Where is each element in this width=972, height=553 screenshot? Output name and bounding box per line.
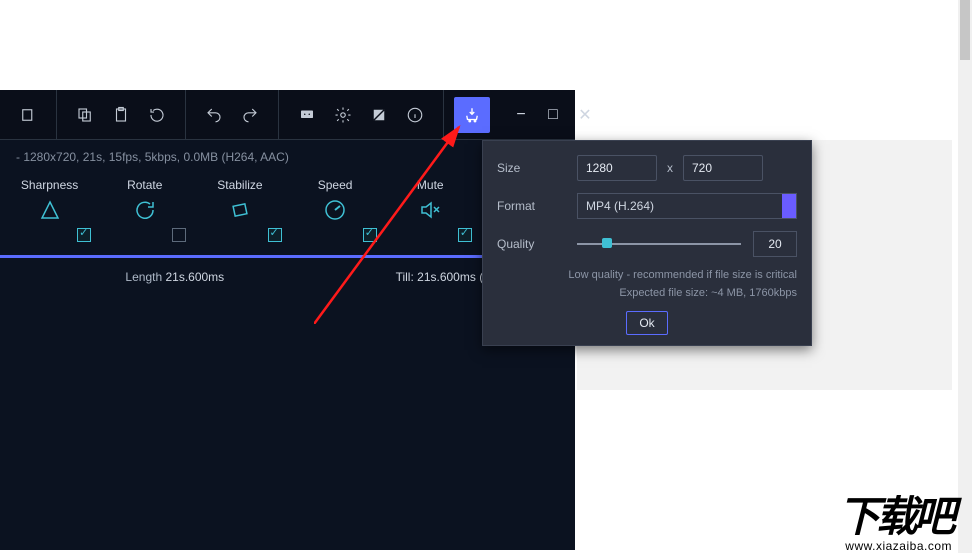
card-label: Rotate bbox=[127, 178, 162, 192]
maximize-button[interactable]: □ bbox=[538, 100, 568, 130]
quality-value[interactable]: 20 bbox=[753, 231, 797, 257]
watermark-url: www.xiazaiba.com bbox=[838, 539, 952, 553]
triangle-icon bbox=[37, 198, 63, 225]
size-separator: x bbox=[667, 161, 673, 175]
paste-icon[interactable] bbox=[67, 97, 103, 133]
redo-icon[interactable] bbox=[232, 97, 268, 133]
filesize-note: Expected file size: ~4 MB, 1760kbps bbox=[497, 287, 797, 299]
length-label: Length bbox=[125, 270, 162, 284]
quality-note: Low quality - recommended if file size i… bbox=[497, 269, 797, 281]
checkbox[interactable] bbox=[77, 228, 91, 242]
format-label: Format bbox=[497, 199, 577, 213]
rotate-icon bbox=[132, 198, 158, 225]
card-label: Stabilize bbox=[217, 178, 262, 192]
quality-slider[interactable] bbox=[577, 234, 741, 254]
ok-button[interactable]: Ok bbox=[626, 311, 667, 335]
chevron-down-icon bbox=[782, 194, 796, 218]
page-scrollbar[interactable] bbox=[958, 0, 972, 553]
close-button[interactable]: ✕ bbox=[570, 100, 600, 130]
watermark: 下载吧 www.xiazaiba.com bbox=[838, 497, 952, 553]
height-input[interactable] bbox=[683, 155, 763, 181]
card-rotate[interactable]: Rotate bbox=[103, 178, 186, 242]
size-label: Size bbox=[497, 161, 577, 175]
clipboard-icon[interactable] bbox=[103, 97, 139, 133]
format-select[interactable]: MP4 (H.264) bbox=[577, 193, 797, 219]
toolbar: − □ ✕ bbox=[0, 90, 575, 140]
width-input[interactable] bbox=[577, 155, 657, 181]
minimize-button[interactable]: − bbox=[506, 100, 536, 130]
checkbox[interactable] bbox=[268, 228, 282, 242]
undo-spin-icon[interactable] bbox=[139, 97, 175, 133]
undo-icon[interactable] bbox=[196, 97, 232, 133]
stabilize-icon bbox=[227, 198, 253, 225]
window-controls: − □ ✕ bbox=[500, 100, 606, 130]
quality-label: Quality bbox=[497, 237, 577, 251]
annotation-arrow-icon bbox=[314, 124, 464, 324]
watermark-logo: 下载吧 bbox=[838, 497, 952, 539]
card-label: Sharpness bbox=[21, 178, 78, 192]
card-sharpness[interactable]: Sharpness bbox=[8, 178, 91, 242]
checkbox[interactable] bbox=[172, 228, 186, 242]
export-settings-popup: Size x Format MP4 (H.264) Quality 20 Low… bbox=[482, 140, 812, 346]
length-value: 21s.600ms bbox=[165, 270, 224, 284]
format-value: MP4 (H.264) bbox=[586, 199, 654, 213]
copy-icon[interactable] bbox=[10, 97, 46, 133]
card-stabilize[interactable]: Stabilize bbox=[198, 178, 281, 242]
